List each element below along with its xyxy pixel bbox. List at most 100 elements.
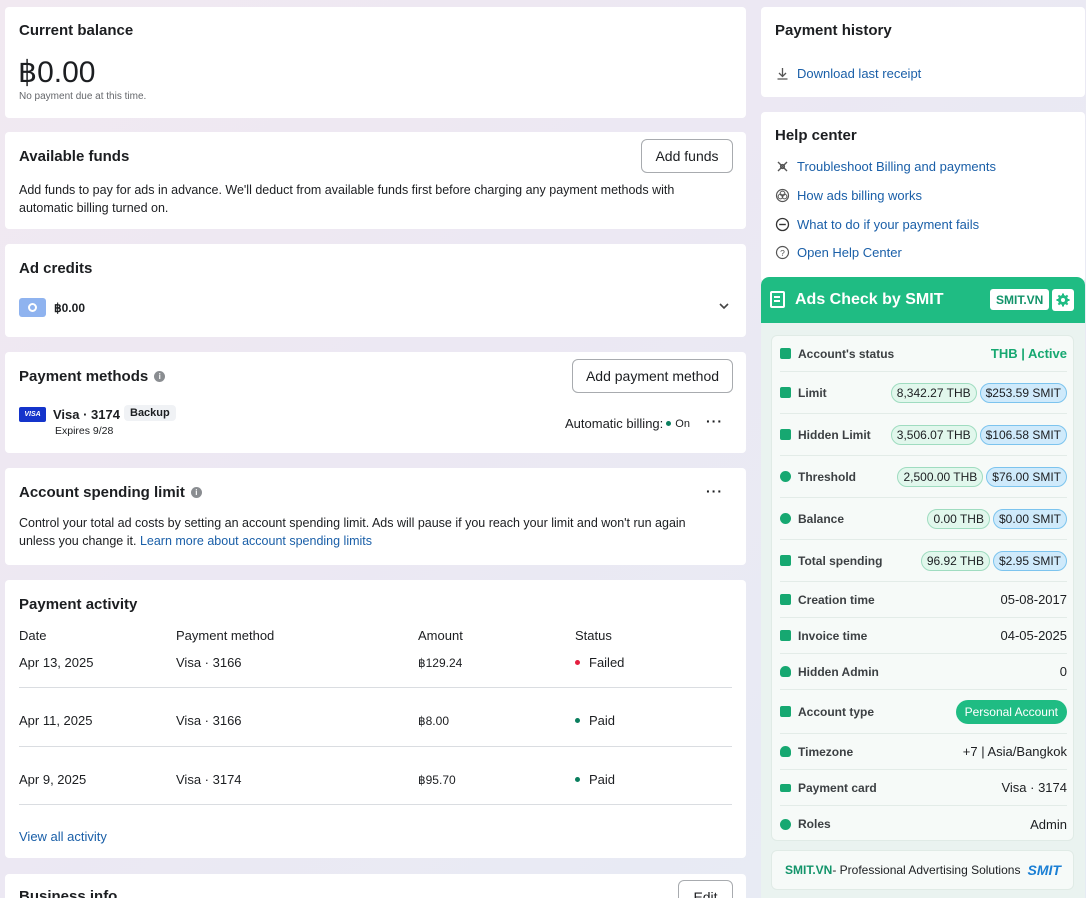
gear-icon[interactable] (1052, 289, 1074, 311)
add-funds-button[interactable]: Add funds (641, 139, 733, 173)
smit-row-balance: Balance 0.00 THB $0.00 SMIT (780, 498, 1067, 540)
payment-method-more-button[interactable]: ··· (706, 413, 723, 429)
help-item-label[interactable]: How ads billing works (797, 188, 922, 203)
card-icon (780, 387, 791, 398)
users-gear-icon (780, 818, 791, 830)
column-header-payment-method[interactable]: Payment method (176, 628, 274, 643)
account-type-pill: Personal Account (955, 699, 1067, 724)
hidden-limit-thb-pill: 3,506.07 THB (890, 424, 977, 445)
threshold-label: Threshold (798, 469, 857, 484)
ad-credit-icon (19, 298, 46, 317)
available-funds-title: Available funds (19, 148, 130, 165)
info-icon[interactable]: i (154, 371, 166, 383)
help-item-label[interactable]: Open Help Center (797, 245, 902, 260)
footer-brand: SMIT.VN (785, 863, 833, 877)
help-item-label[interactable]: Troubleshoot Billing and payments (797, 159, 996, 174)
spending-limit-learn-more-link[interactable]: Learn more about account spending limits (140, 534, 372, 548)
payment-card-label: Payment card (798, 780, 877, 795)
limit-smit-pill: $253.59 SMIT (979, 382, 1067, 403)
ad-credits-card: Ad credits ฿0.00 (5, 244, 746, 337)
row-amount: ฿129.24 (418, 656, 463, 670)
info-icon[interactable]: i (190, 487, 202, 499)
row-divider (19, 687, 732, 688)
help-item-open-help-center[interactable]: ? Open Help Center (775, 245, 902, 260)
row-status-label: Paid (589, 713, 616, 728)
add-payment-method-button[interactable]: Add payment method (572, 359, 733, 393)
calendar-icon (780, 594, 791, 605)
status-dot-icon (575, 718, 580, 724)
account-type-label: Account type (798, 704, 875, 719)
dollar-icon (780, 513, 791, 524)
smit-row-invoice-time: Invoice time 04-05-2025 (780, 618, 1067, 654)
balance-label: Balance (798, 511, 845, 526)
total-spending-label: Total spending (798, 553, 883, 568)
payment-history-title: Payment history (775, 22, 892, 39)
spending-limit-title: Account spending limit (19, 484, 185, 501)
smit-row-total-spending: Total spending 96.92 THB $2.95 SMIT (780, 540, 1067, 582)
question-circle-icon: ? (775, 245, 790, 260)
ad-credits-title: Ad credits (19, 260, 93, 277)
automatic-billing-state: On (675, 417, 690, 430)
column-header-status[interactable]: Status (575, 628, 612, 643)
chevron-down-icon[interactable] (718, 299, 730, 311)
svg-text:?: ? (780, 248, 785, 258)
download-receipt-label[interactable]: Download last receipt (797, 66, 921, 81)
row-status-label: Failed (589, 655, 625, 670)
available-funds-card: Available funds Add funds Add funds to p… (5, 132, 746, 229)
business-info-title: Business info (19, 888, 118, 898)
card-name: Visa · 3174 (53, 407, 120, 422)
column-header-date[interactable]: Date (19, 628, 46, 643)
edit-button[interactable]: Edit (678, 880, 733, 898)
row-amount: ฿8.00 (418, 714, 449, 728)
smit-footer[interactable]: SMIT.VN - Professional Advertising Solut… (771, 850, 1074, 890)
total-spending-thb-pill: 96.92 THB (920, 550, 990, 571)
smit-header: Ads Check by SMIT SMIT.VN (761, 277, 1085, 323)
smit-row-timezone: Timezone +7 | Asia/Bangkok (780, 734, 1067, 770)
payment-methods-title: Payment methods (19, 368, 149, 385)
current-balance-card: Current balance ฿0.00 No payment due at … (5, 7, 746, 118)
view-all-activity-link[interactable]: View all activity (19, 829, 107, 844)
column-header-amount[interactable]: Amount (418, 628, 463, 643)
help-item-payment-fails[interactable]: What to do if your payment fails (775, 217, 979, 232)
footer-text: - Professional Advertising Solutions (832, 863, 1021, 877)
row-date: Apr 9, 2025 (19, 772, 87, 787)
balance-thb-pill: 0.00 THB (927, 508, 990, 529)
smit-row-status: Account's status THB | Active (780, 336, 1067, 372)
payment-methods-header: Payment methods i (19, 368, 166, 386)
help-item-how-billing-works[interactable]: How ads billing works (775, 188, 922, 203)
hidden-limit-smit-pill: $106.58 SMIT (979, 424, 1067, 445)
smit-row-creation-time: Creation time 05-08-2017 (780, 582, 1067, 618)
help-item-label[interactable]: What to do if your payment fails (797, 217, 979, 232)
smit-row-roles: Roles Admin (780, 806, 1067, 842)
smit-row-threshold: Threshold 2,500.00 THB $76.00 SMIT (780, 456, 1067, 498)
payment-activity-card: Payment activity (5, 580, 746, 858)
hidden-admin-value: 0 (1059, 664, 1067, 679)
spending-limit-more-button[interactable]: ··· (706, 483, 723, 499)
payment-activity-title: Payment activity (19, 596, 138, 613)
threshold-smit-pill: $76.00 SMIT (986, 466, 1067, 487)
row-method: Visa · 3166 (176, 655, 242, 670)
wrench-icon (775, 159, 790, 174)
smit-title: Ads Check by SMIT (795, 291, 944, 308)
payment-history-card: Payment history Download last receipt (761, 7, 1085, 97)
invoice-value: 04-05-2025 (1000, 628, 1068, 643)
visa-card-icon: VISA (19, 407, 46, 422)
timezone-label: Timezone (798, 744, 854, 759)
automatic-billing: Automatic billing: On (565, 416, 690, 431)
timezone-value: +7 | Asia/Bangkok (962, 744, 1067, 759)
invoice-icon (780, 630, 791, 641)
row-date: Apr 13, 2025 (19, 655, 94, 670)
clock-shield-icon (780, 746, 791, 757)
smit-brand-badge[interactable]: SMIT.VN (990, 289, 1050, 310)
current-balance-note: No payment due at this time. (19, 91, 147, 102)
credit-card-icon (780, 783, 791, 792)
roles-label: Roles (798, 817, 831, 831)
spending-limit-text: Control your total ad costs by setting a… (19, 514, 719, 550)
chart-icon (780, 348, 791, 359)
help-item-troubleshoot[interactable]: Troubleshoot Billing and payments (775, 159, 996, 174)
creation-value: 05-08-2017 (1000, 592, 1068, 607)
download-receipt-link[interactable]: Download last receipt (775, 66, 921, 81)
row-method: Visa · 3166 (176, 713, 242, 728)
row-method: Visa · 3174 (176, 772, 242, 787)
hand-icon (780, 429, 791, 440)
